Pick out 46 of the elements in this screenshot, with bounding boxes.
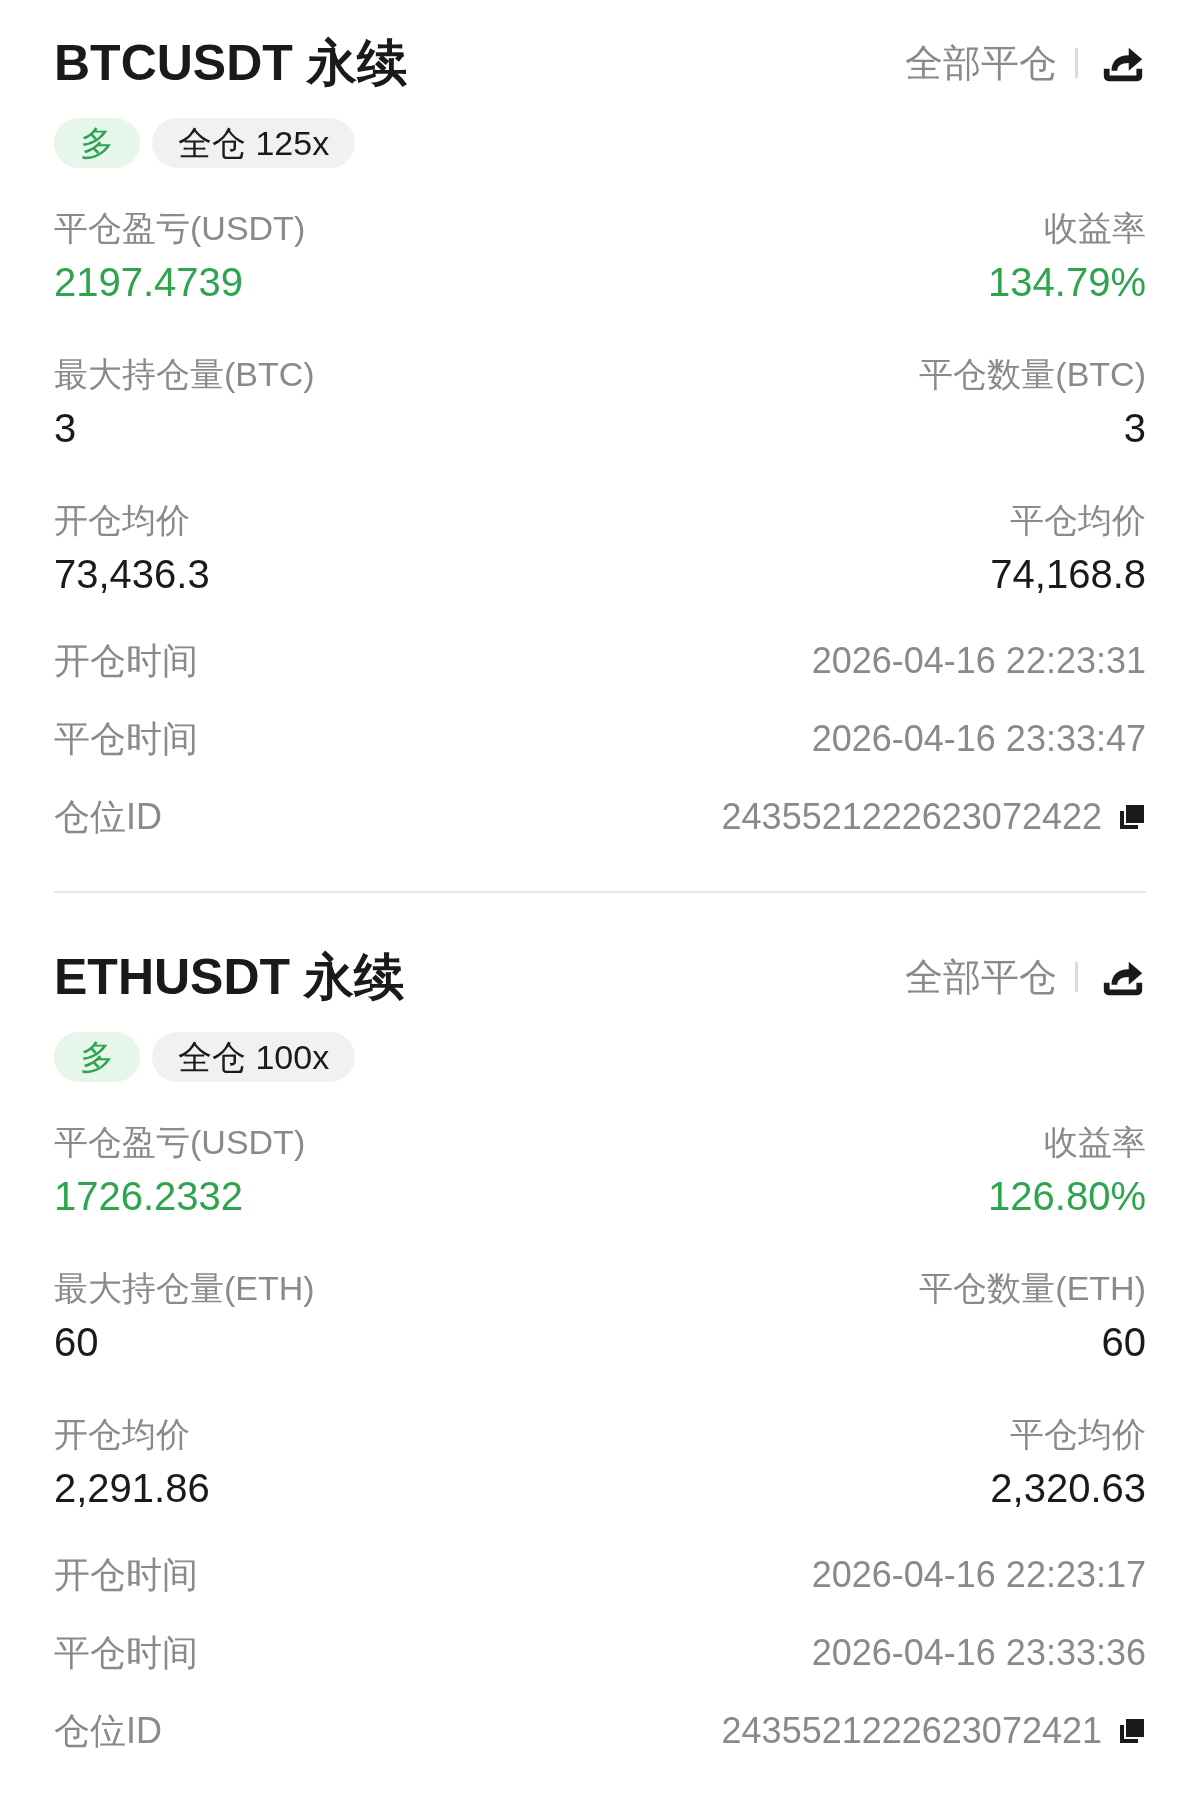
detail-label: 仓位ID: [54, 1708, 162, 1753]
stat-value: 2197.4739: [54, 259, 244, 306]
stat-label: 收益率: [1044, 208, 1146, 249]
symbol-title: ETHUSDT 永续: [54, 947, 404, 1007]
stat-label: 平仓数量(BTC): [919, 354, 1146, 395]
detail-label: 仓位ID: [54, 794, 162, 839]
stat-label: 平仓均价: [1010, 1414, 1146, 1455]
copy-icon[interactable]: [1118, 1717, 1146, 1745]
detail-value: 2026-04-16 23:33:36: [811, 1632, 1146, 1674]
stat-value: 3: [54, 405, 77, 452]
stat-value: 60: [54, 1319, 99, 1366]
position-tag: 多: [54, 118, 140, 168]
detail-value: 2435521222623072422: [721, 796, 1102, 838]
stat-value: 3: [1123, 405, 1146, 452]
stat-value: 2,320.63: [990, 1465, 1146, 1512]
detail-value: 2026-04-16 22:23:31: [811, 640, 1146, 682]
symbol-title: BTCUSDT 永续: [54, 33, 407, 93]
close-all-button[interactable]: 全部平仓: [905, 951, 1057, 1003]
position-tag: 多: [54, 1032, 140, 1082]
stat-label: 最大持仓量(BTC): [54, 354, 315, 395]
stat-label: 平仓均价: [1010, 500, 1146, 541]
detail-label: 开仓时间: [54, 638, 198, 683]
detail-value: 2026-04-16 23:33:47: [811, 718, 1146, 760]
stat-label: 平仓数量(ETH): [919, 1268, 1146, 1309]
stat-value: 60: [1101, 1319, 1146, 1366]
stat-label: 收益率: [1044, 1122, 1146, 1163]
position-tag: 全仓 100x: [152, 1032, 356, 1082]
close-all-button[interactable]: 全部平仓: [905, 37, 1057, 89]
position-tag: 全仓 125x: [152, 118, 356, 168]
stat-label: 平仓盈亏(USDT): [54, 208, 306, 249]
detail-label: 开仓时间: [54, 1552, 198, 1597]
stat-label: 开仓均价: [54, 500, 190, 541]
copy-icon[interactable]: [1118, 803, 1146, 831]
detail-label: 平仓时间: [54, 1630, 198, 1675]
stat-label: 最大持仓量(ETH): [54, 1268, 315, 1309]
stat-value: 2,291.86: [54, 1465, 210, 1512]
detail-label: 平仓时间: [54, 716, 198, 761]
stat-value: 1726.2332: [54, 1173, 244, 1220]
stat-value: 126.80%: [988, 1173, 1146, 1220]
stat-label: 开仓均价: [54, 1414, 190, 1455]
detail-value: 2435521222623072421: [721, 1710, 1102, 1752]
stat-value: 134.79%: [988, 259, 1146, 306]
detail-value: 2026-04-16 22:23:17: [811, 1554, 1146, 1596]
stat-value: 73,436.3: [54, 551, 210, 598]
stat-label: 平仓盈亏(USDT): [54, 1122, 306, 1163]
stat-value: 74,168.8: [990, 551, 1146, 598]
